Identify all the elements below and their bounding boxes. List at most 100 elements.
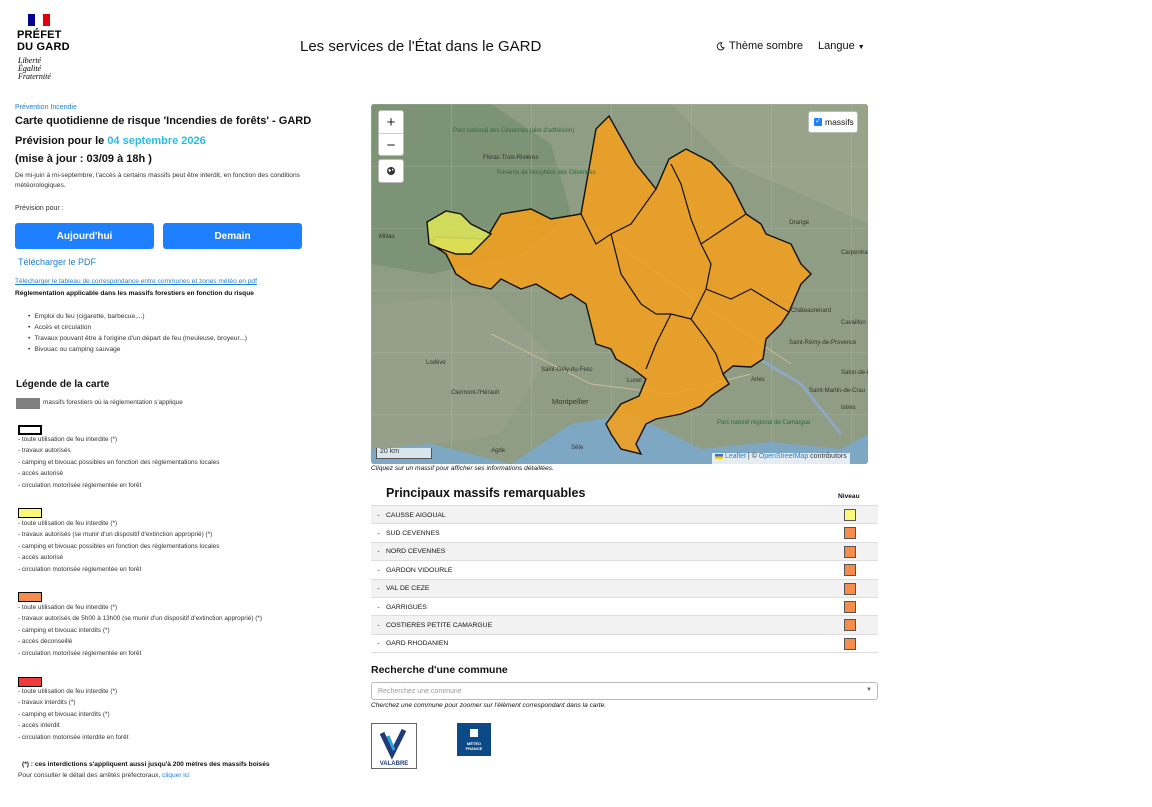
zoom-out-button[interactable]: − [379, 134, 403, 156]
table-row[interactable]: - GARD RHODANIEN [371, 633, 878, 653]
table-row[interactable]: - CAUSSE AIGOUAL [371, 505, 878, 524]
table-row[interactable]: - NORD CEVENNES [371, 541, 878, 561]
legend-line: - circulation motorisée réglementée en f… [18, 565, 142, 573]
tomorrow-button[interactable]: Demain [163, 223, 302, 249]
legend-level-red: - toute utilisation de feu interdite (*)… [18, 686, 128, 743]
valabre-label: VALABRE [380, 761, 409, 767]
language-label: Langue [818, 40, 855, 52]
niveau-header: Niveau [838, 493, 860, 500]
massifs-title: Principaux massifs remarquables [386, 486, 586, 500]
pdf-download-link[interactable]: Télécharger le PDF [18, 257, 96, 267]
language-button[interactable]: Langue ▼ [818, 40, 865, 52]
breadcrumb[interactable]: Prévention Incendie [15, 104, 77, 111]
search-title: Recherche d'une commune [371, 664, 508, 676]
logo-text-line2: DU GARD [17, 41, 70, 53]
header: PRÉFET DU GARD Liberté Égalité Fraternit… [0, 0, 936, 95]
french-flag-icon [28, 14, 50, 26]
list-item: Emploi du feu (cigarette, barbecue,...) [34, 311, 247, 322]
map-label-millau: Millau [379, 234, 395, 240]
legend-line: - camping et bivouac possibles en foncti… [18, 458, 220, 466]
table-row[interactable]: - COSTIERES PETITE CAMARGUE [371, 615, 878, 635]
leaflet-link[interactable]: Leaflet [725, 453, 746, 460]
list-item: Travaux pouvant être à l'origine d'un dé… [34, 333, 247, 344]
map-canvas[interactable]: Millau Florac-Trois-Rivières Parc nation… [371, 104, 868, 464]
legend-line: - travaux interdits (*) [18, 699, 76, 707]
risk-level-swatch [844, 527, 856, 540]
legend-line: - camping et bivouac interdits (*) [18, 710, 110, 718]
intro-text: De mi-juin à mi-septembre, l'accès à cer… [15, 172, 300, 189]
map-label-saint-gely: Saint-Gély-du-Fesc [541, 367, 593, 373]
forecast-date: 04 septembre 2026 [107, 135, 206, 147]
caret-down-icon[interactable]: ▼ [866, 687, 872, 693]
consult-link[interactable]: cliquer ici [162, 772, 189, 779]
update-time: (mise à jour : 03/09 à 18h ) [15, 153, 152, 165]
map-label-camargue: Parc naturel régional de Camargue [717, 420, 811, 426]
map-label-saint-remy: Saint-Rémy-de-Provence [789, 340, 857, 346]
massif-name: GARDON VIDOURLE [386, 566, 453, 574]
row-dash: - [377, 585, 380, 593]
legend-line: - travaux autorisés [18, 447, 71, 455]
massif-name: SUD CEVENNES [386, 529, 440, 537]
correspondence-table-link[interactable]: Télécharger le tableau de correspondance… [15, 278, 257, 285]
massif-name: CAUSSE AIGOUAL [386, 511, 446, 519]
caret-down-icon: ▼ [857, 44, 865, 51]
legend-level-orange: - toute utilisation de feu interdite (*)… [18, 602, 262, 659]
risk-map[interactable]: Millau Florac-Trois-Rivières Parc nation… [371, 104, 868, 464]
legend-line: - circulation motorisée réglementée en f… [18, 481, 142, 489]
search-help: Cherchez une commune pour zoomer sur l'é… [371, 702, 607, 709]
today-button[interactable]: Aujourd'hui [15, 223, 154, 249]
moon-icon [716, 41, 725, 50]
search-placeholder: Recherchez une commune [378, 687, 462, 695]
meteo-france-logo[interactable]: MÉTÉO FRANCE [457, 723, 491, 756]
massif-name: GARRIGUES [386, 603, 427, 611]
table-row[interactable]: - GARRIGUES [371, 597, 878, 616]
forecast-prefix: Prévision pour le [15, 135, 108, 147]
commune-search-select[interactable]: Recherchez une commune ▼ [371, 682, 878, 700]
risk-level-swatch [844, 582, 856, 595]
ukraine-flag-icon [715, 453, 723, 459]
site-title[interactable]: Les services de l'État dans le GARD [300, 38, 541, 55]
map-label-agde: Agde [491, 448, 506, 454]
massif-name: NORD CEVENNES [386, 548, 446, 556]
forecast-for-label: Prévision pour : [15, 205, 64, 212]
attribution-suffix: contributors [808, 453, 847, 460]
legend-swatch-orange [18, 592, 42, 602]
massifs-layer-label: massifs [825, 117, 854, 127]
legend-line: - accès autorisé [18, 470, 64, 478]
table-row[interactable]: - VAL DE CEZE [371, 578, 878, 598]
legend-line: - accès autorisé [18, 554, 64, 562]
valabre-logo[interactable]: VALABRE [371, 723, 417, 769]
legend-title: Légende de la carte [16, 379, 110, 390]
map-label-saint-martin: Saint-Martin-de-Crau [809, 388, 865, 394]
dark-theme-button[interactable]: Thème sombre [716, 40, 803, 52]
map-label-cevennes-park: Parc national des Cévennes (aire d'adhés… [453, 128, 574, 134]
risk-level-swatch [844, 509, 856, 521]
globe-icon[interactable] [378, 159, 404, 183]
row-dash: - [377, 603, 380, 611]
massif-name: COSTIERES PETITE CAMARGUE [386, 621, 493, 629]
scale-bar: 20 km [376, 448, 432, 459]
row-dash: - [377, 511, 380, 519]
regulation-title: Réglementation applicable dans les massi… [15, 290, 254, 297]
list-item: Accès et circulation [34, 322, 247, 333]
legend-line: - accès déconseillé [18, 638, 73, 646]
row-dash: - [377, 566, 380, 574]
motto-fraternite: Fraternité [18, 72, 51, 81]
legend-line: - toute utilisation de feu interdite (*) [18, 604, 118, 611]
table-row[interactable]: - SUD CEVENNES [371, 523, 878, 543]
table-bottom-border [371, 652, 878, 654]
checkbox-checked-icon[interactable]: ✓ [814, 118, 822, 126]
massifs-layer-toggle[interactable]: ✓ massifs [808, 111, 858, 133]
table-row[interactable]: - GARDON VIDOURLE [371, 560, 878, 580]
legend-line: - circulation motorisée réglementée en f… [18, 649, 142, 657]
osm-link[interactable]: OpenStreetMap [759, 453, 808, 460]
risk-level-swatch [844, 564, 856, 577]
map-label-lodeve: Lodève [426, 360, 446, 366]
legend-line: - accès interdit [18, 722, 60, 730]
zoom-in-button[interactable]: + [379, 111, 403, 134]
list-item: Bivouac ou camping sauvage [34, 344, 247, 355]
legend-line: - camping et bivouac interdits (*) [18, 626, 110, 634]
map-label-lunel: Lunel [627, 378, 642, 384]
map-label-carpentras: Carpentras [841, 250, 868, 256]
massif-name: GARD RHODANIEN [386, 640, 449, 648]
